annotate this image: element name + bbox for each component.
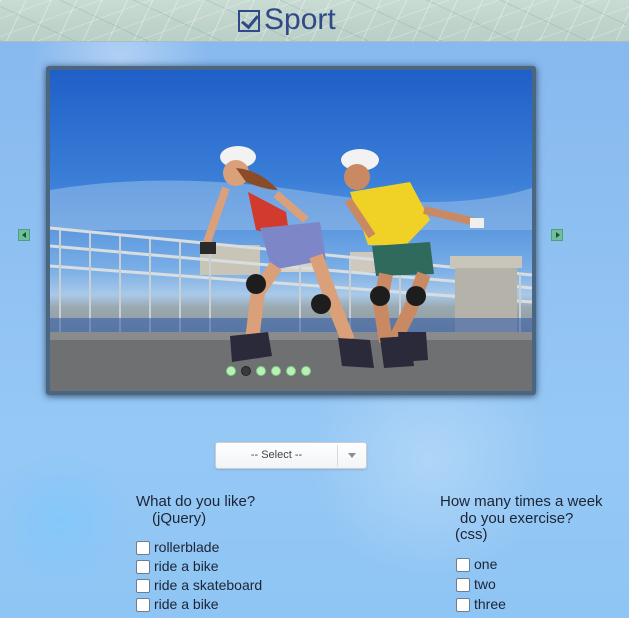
checkbox[interactable]: [456, 597, 470, 612]
site-title-text: Sport: [264, 3, 336, 36]
image-slider: [46, 66, 536, 395]
checkbox[interactable]: [456, 557, 470, 572]
slider-prev-arrow-icon[interactable]: [18, 229, 30, 241]
slider-next-arrow-icon[interactable]: [551, 229, 563, 241]
option-like[interactable]: ride a bike: [136, 596, 219, 613]
select-divider: [337, 445, 338, 466]
question-frequency-title: How many times a week: [440, 493, 603, 510]
slider-pagination: [226, 366, 311, 376]
slider-dot-2[interactable]: [241, 366, 251, 376]
slider-dot-4[interactable]: [271, 366, 281, 376]
checkbox[interactable]: [136, 578, 150, 593]
option-label: rollerblade: [154, 539, 220, 555]
option-label: ride a skateboard: [154, 577, 263, 593]
checkbox[interactable]: [136, 559, 150, 574]
header-banner: Sport: [0, 0, 629, 42]
option-label: ride a bike: [154, 558, 219, 574]
chevron-down-icon: [348, 453, 356, 458]
skaters-photo: [50, 146, 532, 391]
option-frequency[interactable]: two: [456, 576, 496, 593]
option-label: ride a bike: [154, 596, 219, 612]
site-title: Sport: [238, 2, 336, 38]
slider-dot-6[interactable]: [301, 366, 311, 376]
checkbox[interactable]: [136, 540, 150, 555]
question-frequency-title-line2: do you exercise?: [460, 510, 574, 527]
question-like-title: What do you like?: [136, 493, 256, 510]
option-label: two: [474, 576, 496, 592]
question-frequency-subtitle: (css): [455, 526, 488, 543]
option-frequency[interactable]: one: [456, 556, 497, 573]
checkbox[interactable]: [456, 577, 470, 592]
select-value: -- Select --: [250, 449, 303, 461]
slider-dot-5[interactable]: [286, 366, 296, 376]
option-label: three: [474, 596, 506, 612]
option-frequency[interactable]: three: [456, 596, 506, 613]
question-like-subtitle: (jQuery): [152, 510, 207, 527]
option-label: one: [474, 556, 498, 572]
slider-dot-3[interactable]: [256, 366, 266, 376]
checkbox[interactable]: [136, 597, 150, 612]
checked-box-icon: [238, 10, 260, 32]
category-select[interactable]: -- Select --: [215, 442, 367, 469]
option-like[interactable]: ride a skateboard: [136, 577, 262, 594]
slider-dot-1[interactable]: [226, 366, 236, 376]
option-like[interactable]: ride a bike: [136, 558, 219, 575]
slide-image: [50, 70, 532, 391]
option-like[interactable]: rollerblade: [136, 539, 219, 556]
